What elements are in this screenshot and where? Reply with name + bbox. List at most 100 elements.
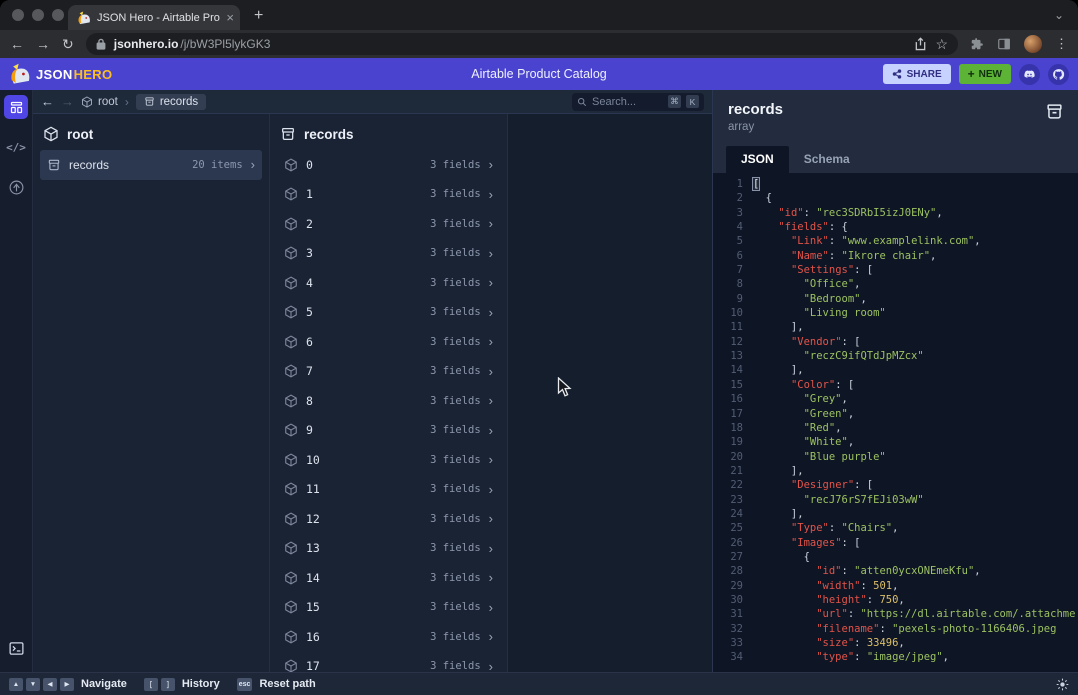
- code-line: 31 "url": "https://dl.airtable.com/.atta…: [713, 607, 1078, 621]
- list-item[interactable]: 23 fields›: [277, 209, 500, 239]
- sidebar-editor-view-button[interactable]: </>: [4, 135, 28, 159]
- breadcrumb-separator: ›: [125, 95, 129, 109]
- list-item[interactable]: 83 fields›: [277, 386, 500, 416]
- list-item[interactable]: 163 fields›: [277, 622, 500, 652]
- jsonhero-logo[interactable]: JSONHERO: [9, 63, 112, 85]
- tab-close-icon[interactable]: ×: [226, 11, 234, 24]
- list-item[interactable]: 13 fields›: [277, 180, 500, 210]
- chevron-right-icon: ›: [489, 660, 493, 672]
- cube-icon: [284, 276, 298, 290]
- mouse-cursor: [557, 377, 572, 398]
- search-input[interactable]: Search... ⌘ K: [572, 93, 704, 111]
- list-item[interactable]: 63 fields›: [277, 327, 500, 357]
- chevron-right-icon: ›: [489, 630, 493, 643]
- app-header: JSONHERO Airtable Product Catalog SHARE …: [0, 58, 1078, 90]
- browser-tab[interactable]: JSON Hero - Airtable Product C ×: [68, 5, 240, 30]
- item-label: 3: [306, 246, 313, 260]
- breadcrumb-current[interactable]: records: [136, 94, 206, 110]
- cube-icon: [284, 217, 298, 231]
- json-code[interactable]: 1[2 {3 "id": "rec3SDRbI5izJ0ENy",4 "fiel…: [713, 173, 1078, 672]
- path-forward-icon[interactable]: →: [61, 95, 74, 108]
- extensions-puzzle-icon[interactable]: [970, 37, 984, 51]
- cube-icon: [284, 600, 298, 614]
- list-item[interactable]: 113 fields›: [277, 475, 500, 505]
- code-line: 21 ],: [713, 464, 1078, 478]
- plus-icon: +: [968, 67, 975, 81]
- url-host: jsonhero.io: [114, 37, 179, 51]
- code-line: 24 ],: [713, 507, 1078, 521]
- new-button[interactable]: + NEW: [959, 64, 1011, 84]
- code-line: 14 ],: [713, 363, 1078, 377]
- chevron-right-icon: ›: [489, 601, 493, 614]
- item-label: 11: [306, 482, 320, 496]
- records-column-title: records: [304, 127, 354, 142]
- bookmark-star-icon[interactable]: ☆: [935, 36, 948, 53]
- list-item[interactable]: 93 fields›: [277, 416, 500, 446]
- back-icon[interactable]: ←: [10, 36, 24, 52]
- arrow-up-key-icon: ▲: [9, 678, 23, 691]
- list-item[interactable]: 173 fields›: [277, 652, 500, 673]
- list-item[interactable]: 143 fields›: [277, 563, 500, 593]
- list-item[interactable]: 53 fields›: [277, 298, 500, 328]
- item-meta: 3 fields: [430, 454, 481, 466]
- code-line: 18 "Red",: [713, 421, 1078, 435]
- list-item[interactable]: 133 fields›: [277, 534, 500, 564]
- browser-menu-icon[interactable]: ⋮: [1055, 36, 1068, 52]
- list-item[interactable]: 153 fields›: [277, 593, 500, 623]
- item-meta: 3 fields: [430, 218, 481, 230]
- code-line: 4 "fields": {: [713, 220, 1078, 234]
- path-back-icon[interactable]: ←: [41, 95, 54, 108]
- root-column-title: root: [67, 127, 93, 142]
- item-label: 5: [306, 305, 313, 319]
- minimize-window-button[interactable]: [32, 9, 44, 21]
- code-line: 9 "Bedroom",: [713, 292, 1078, 306]
- archive-icon: [1045, 102, 1064, 121]
- breadcrumb-root[interactable]: root: [81, 96, 118, 108]
- code-line: 12 "Vendor": [: [713, 335, 1078, 349]
- item-meta: 3 fields: [430, 631, 481, 643]
- search-placeholder: Search...: [592, 96, 663, 108]
- cube-icon: [284, 482, 298, 496]
- tab-schema[interactable]: Schema: [789, 146, 865, 173]
- profile-avatar[interactable]: [1024, 35, 1042, 53]
- list-item[interactable]: 33 fields›: [277, 239, 500, 269]
- macos-traffic-lights[interactable]: [12, 9, 64, 21]
- tab-search-chevron-icon[interactable]: ⌄: [1054, 8, 1064, 22]
- reload-icon[interactable]: ↻: [62, 36, 74, 53]
- new-tab-button[interactable]: +: [254, 7, 263, 25]
- item-label: 15: [306, 600, 320, 614]
- zoom-window-button[interactable]: [52, 9, 64, 21]
- close-window-button[interactable]: [12, 9, 24, 21]
- list-item[interactable]: 43 fields›: [277, 268, 500, 298]
- code-line: 11 ],: [713, 320, 1078, 334]
- browser-tabstrip: JSON Hero - Airtable Product C × + ⌄: [0, 0, 1078, 30]
- list-item[interactable]: 103 fields›: [277, 445, 500, 475]
- item-label: 10: [306, 453, 320, 467]
- list-item-records[interactable]: records 20 items ›: [40, 150, 262, 180]
- side-panel-icon[interactable]: [997, 37, 1011, 51]
- code-line: 26 "Images": [: [713, 536, 1078, 550]
- discord-button[interactable]: [1019, 64, 1040, 85]
- github-icon: [1052, 68, 1065, 81]
- list-item[interactable]: 123 fields›: [277, 504, 500, 534]
- theme-toggle-button[interactable]: [1056, 678, 1069, 691]
- cube-icon: [284, 659, 298, 672]
- share-button[interactable]: SHARE: [883, 64, 951, 84]
- terminal-button[interactable]: [4, 636, 28, 660]
- github-button[interactable]: [1048, 64, 1069, 85]
- detail-panel: records array JSON Schema 1[2 {3 "id": "…: [712, 90, 1078, 672]
- item-meta: 3 fields: [430, 365, 481, 377]
- sidebar-column-view-button[interactable]: [4, 95, 28, 119]
- item-meta: 3 fields: [430, 424, 481, 436]
- sidebar-tree-view-button[interactable]: [4, 175, 28, 199]
- tab-title: JSON Hero - Airtable Product C: [97, 12, 220, 24]
- code-line: 8 "Office",: [713, 277, 1078, 291]
- share-page-icon[interactable]: [914, 37, 927, 51]
- search-icon: [577, 97, 587, 107]
- list-item[interactable]: 03 fields›: [277, 150, 500, 180]
- list-item[interactable]: 73 fields›: [277, 357, 500, 387]
- address-bar[interactable]: jsonhero.io /j/bW3Pl5lykGK3 ☆: [86, 33, 958, 55]
- tab-json[interactable]: JSON: [726, 146, 789, 173]
- forward-icon[interactable]: →: [36, 36, 50, 52]
- reset-path-label: Reset path: [259, 678, 315, 690]
